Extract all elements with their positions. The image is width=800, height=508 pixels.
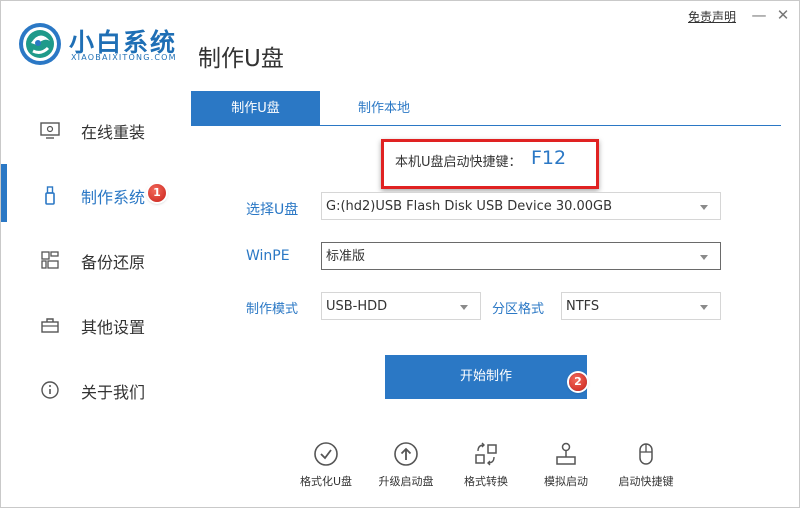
check-circle-icon [314, 442, 338, 466]
usb-select-value: G:(hd2)USB Flash Disk USB Device 30.00GB [326, 199, 613, 214]
tabs-underline [191, 125, 781, 126]
chevron-down-icon [700, 205, 708, 210]
tool-simulate-boot[interactable]: 模拟启动 [526, 441, 606, 493]
tool-label: 升级启动盘 [378, 475, 434, 488]
sidebar-item-make-system[interactable]: 制作系统 1 [1, 174, 176, 214]
chevron-down-icon [700, 305, 708, 310]
toolbox-icon [41, 318, 59, 333]
winpe-select-value: 标准版 [326, 249, 366, 264]
usb-drive-icon [45, 186, 55, 205]
tool-label: 格式转换 [464, 475, 508, 488]
disclaimer-link[interactable]: 免责声明 [688, 8, 736, 25]
hotkey-value: F12 [531, 147, 567, 169]
sidebar-item-label: 其他设置 [81, 318, 146, 337]
mode-label: 制作模式 [246, 302, 299, 317]
app-subtitle: XIAOBAIXITONG.COM [71, 53, 177, 62]
app-logo-icon [19, 23, 61, 65]
step-badge-1: 1 [148, 184, 166, 202]
sidebar-item-online-reinstall[interactable]: 在线重装 [1, 109, 176, 149]
winpe-label: WinPE [246, 248, 290, 264]
tool-label: 模拟启动 [544, 475, 588, 488]
app-window: 小白系统 XIAOBAIXITONG.COM 制作U盘 免责声明 — ✕ 在线重… [0, 0, 800, 508]
start-make-button[interactable]: 开始制作 [385, 355, 587, 399]
tool-label: 启动快捷键 [618, 475, 674, 488]
start-make-label: 开始制作 [459, 369, 512, 384]
partition-select-value: NTFS [566, 299, 600, 314]
tool-format-convert[interactable]: 格式转换 [446, 441, 526, 493]
sidebar-item-label: 备份还原 [81, 253, 146, 272]
tool-upgrade-boot-disk[interactable]: 升级启动盘 [366, 441, 446, 493]
tool-boot-hotkey[interactable]: 启动快捷键 [606, 441, 686, 493]
chevron-down-icon [460, 305, 468, 310]
tab-make-usb[interactable]: 制作U盘 [191, 91, 320, 126]
close-button[interactable]: ✕ [773, 5, 793, 25]
usb-select-label: 选择U盘 [246, 202, 299, 218]
monitor-icon [40, 122, 60, 139]
partition-label: 分区格式 [492, 302, 545, 317]
page-title: 制作U盘 [198, 46, 284, 72]
sidebar-item-label: 关于我们 [81, 383, 146, 402]
chevron-down-icon [700, 255, 708, 260]
sidebar-item-about-us[interactable]: 关于我们 [1, 369, 176, 409]
arrow-up-circle-icon [394, 442, 418, 466]
hotkey-label: 本机U盘启动快捷键： [395, 155, 522, 170]
partition-select[interactable]: NTFS [561, 292, 721, 320]
sidebar-item-label: 制作系统 [81, 188, 146, 207]
mode-select[interactable]: USB-HDD [321, 292, 481, 320]
tool-label: 格式化U盘 [299, 475, 353, 488]
mouse-icon [639, 443, 653, 465]
sidebar-item-label: 在线重装 [81, 123, 146, 142]
minimize-button[interactable]: — [749, 5, 769, 25]
joystick-icon [556, 442, 576, 465]
tab-make-local[interactable]: 制作本地 [320, 91, 448, 126]
mode-select-value: USB-HDD [326, 299, 388, 314]
sidebar-item-other-settings[interactable]: 其他设置 [1, 304, 176, 344]
winpe-select[interactable]: 标准版 [321, 242, 721, 270]
tool-format-usb[interactable]: 格式化U盘 [286, 441, 366, 493]
convert-icon [475, 442, 497, 466]
info-icon [41, 381, 59, 399]
step-badge-2: 2 [569, 373, 587, 391]
usb-select[interactable]: G:(hd2)USB Flash Disk USB Device 30.00GB [321, 192, 721, 220]
grid-icon [41, 251, 59, 269]
sidebar-item-backup-restore[interactable]: 备份还原 [1, 239, 176, 279]
